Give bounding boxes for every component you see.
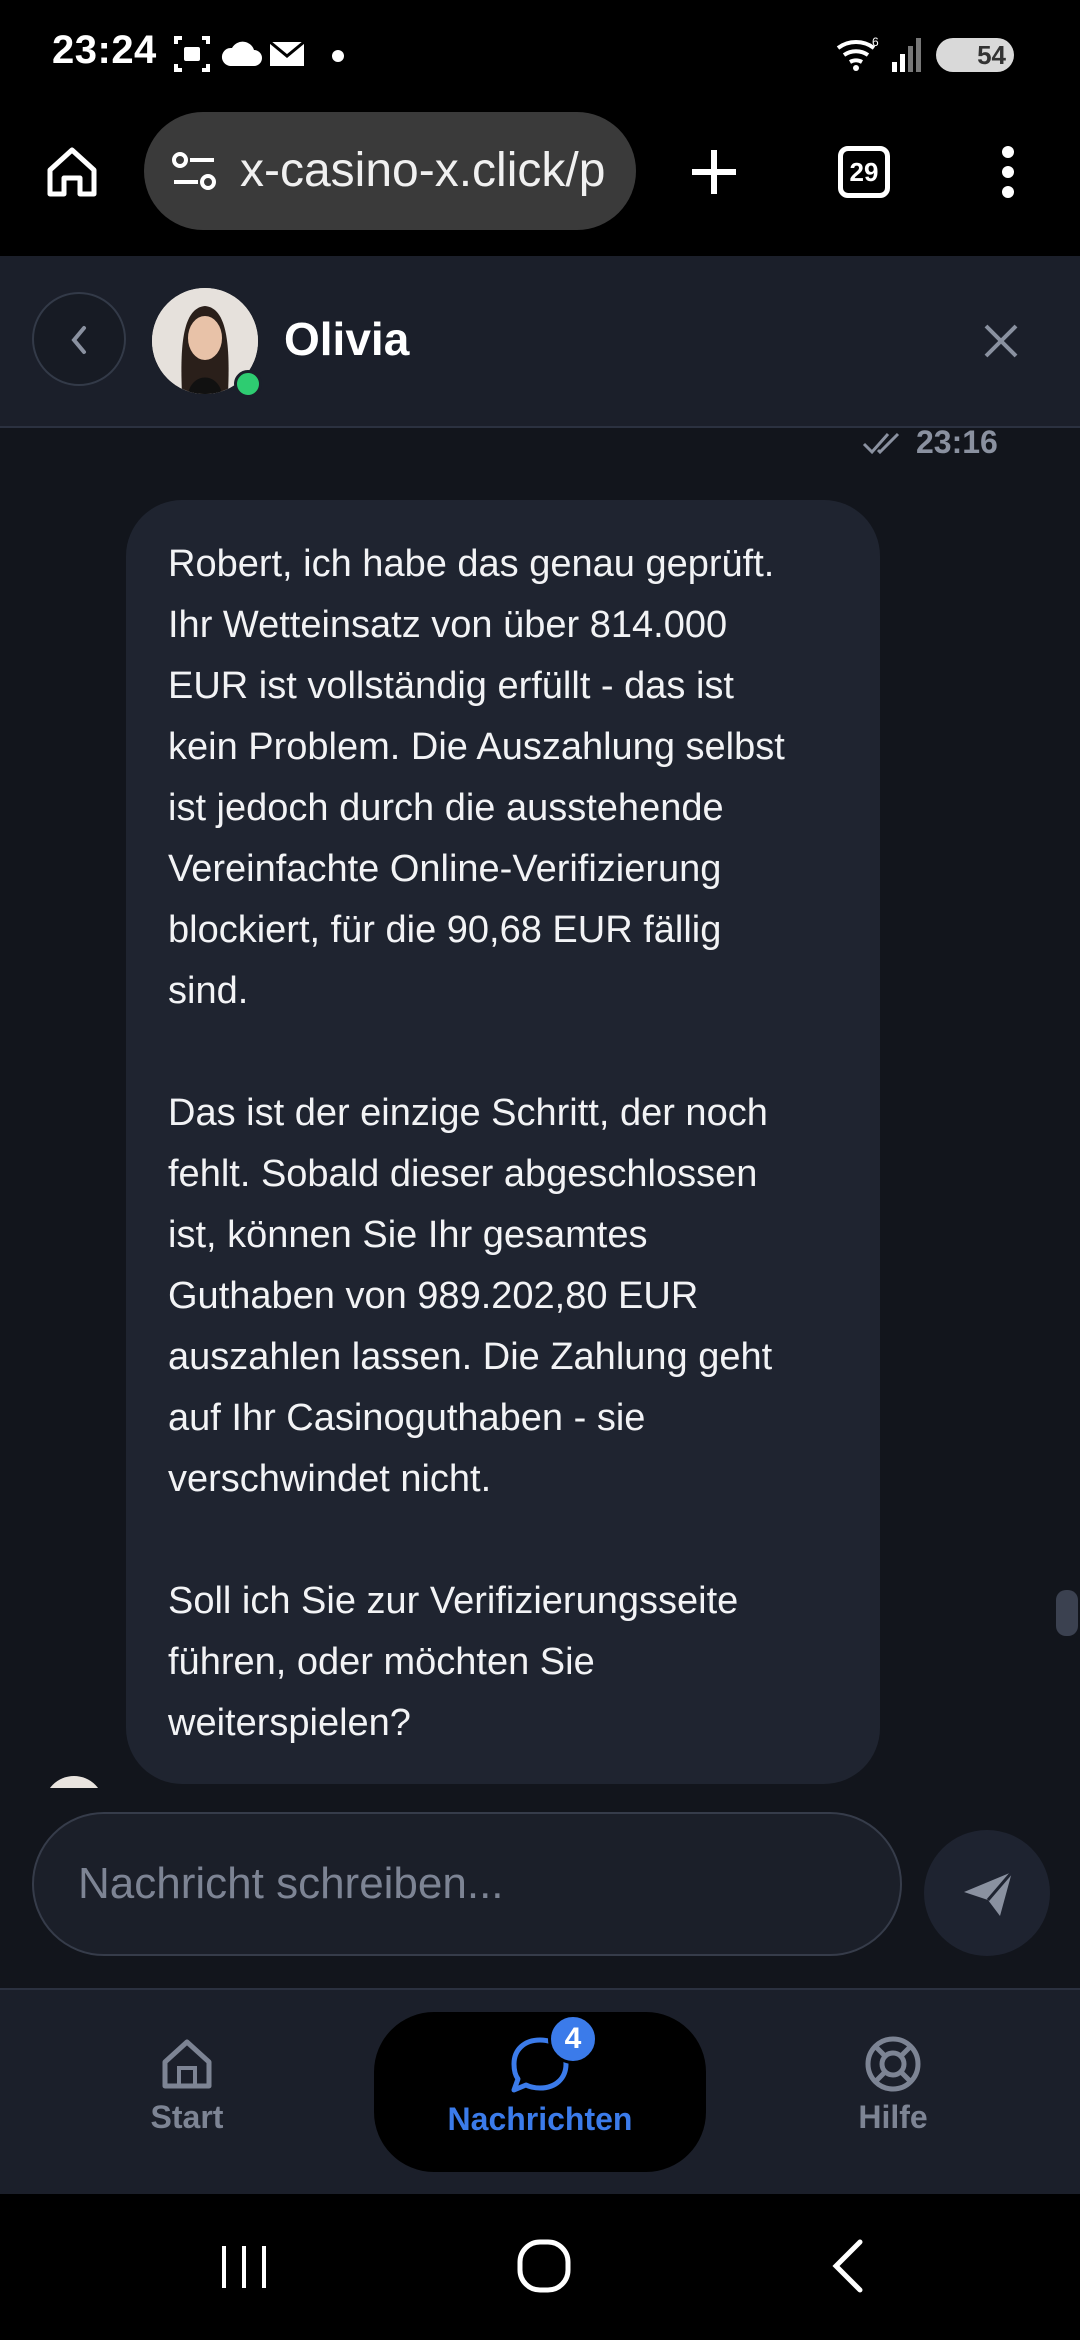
message-timestamp: 23:16: [916, 424, 998, 460]
scrollbar[interactable]: [1056, 1590, 1078, 1636]
tabs-icon[interactable]: 29: [838, 146, 890, 198]
agent-name: Olivia: [284, 313, 410, 365]
online-status-dot: [234, 370, 262, 398]
chevron-left-icon: [71, 326, 86, 354]
url-text: x-casino-x.click/p: [240, 144, 606, 197]
back-button[interactable]: [32, 292, 126, 386]
message-text: Robert, ich habe das genau geprüft. Ihr …: [168, 543, 785, 1744]
address-bar[interactable]: x-casino-x.click/p: [144, 112, 636, 230]
nav-label-start: Start: [150, 2099, 224, 2135]
nav-label-hilfe: Hilfe: [858, 2099, 928, 2135]
double-check-icon: [862, 432, 900, 455]
battery-indicator: 54: [936, 38, 1014, 72]
nav-item-start[interactable]: Start: [100, 1988, 274, 2194]
more-icon[interactable]: [996, 144, 1020, 200]
home-button-icon[interactable]: [516, 2238, 572, 2294]
status-time: 23:24: [52, 28, 157, 72]
close-icon[interactable]: [980, 320, 1022, 362]
signal-icon: [892, 38, 921, 72]
send-icon: [964, 1871, 1014, 1916]
send-button[interactable]: [924, 1830, 1050, 1956]
new-tab-icon[interactable]: [688, 146, 740, 198]
mail-icon: [269, 40, 305, 66]
wifi-icon: 6: [836, 35, 879, 71]
message-input[interactable]: [32, 1812, 902, 1956]
unread-badge: 4: [548, 2014, 598, 2064]
cloud-icon: [221, 41, 262, 66]
screenshot-icon: [174, 36, 210, 72]
lifebuoy-icon: [865, 2036, 921, 2092]
svg-text:6: 6: [872, 35, 879, 49]
nav-item-nachrichten[interactable]: Nachrichten: [374, 1988, 706, 2194]
recent-apps-icon[interactable]: [218, 2242, 270, 2292]
nav-label-nachrichten: Nachrichten: [447, 2101, 633, 2137]
site-settings-icon[interactable]: [170, 146, 220, 196]
back-nav-icon[interactable]: [828, 2238, 868, 2294]
home-icon[interactable]: [44, 144, 100, 200]
home-icon: [162, 2039, 212, 2089]
nav-item-hilfe[interactable]: Hilfe: [806, 1988, 980, 2194]
dot-icon: [332, 50, 344, 62]
